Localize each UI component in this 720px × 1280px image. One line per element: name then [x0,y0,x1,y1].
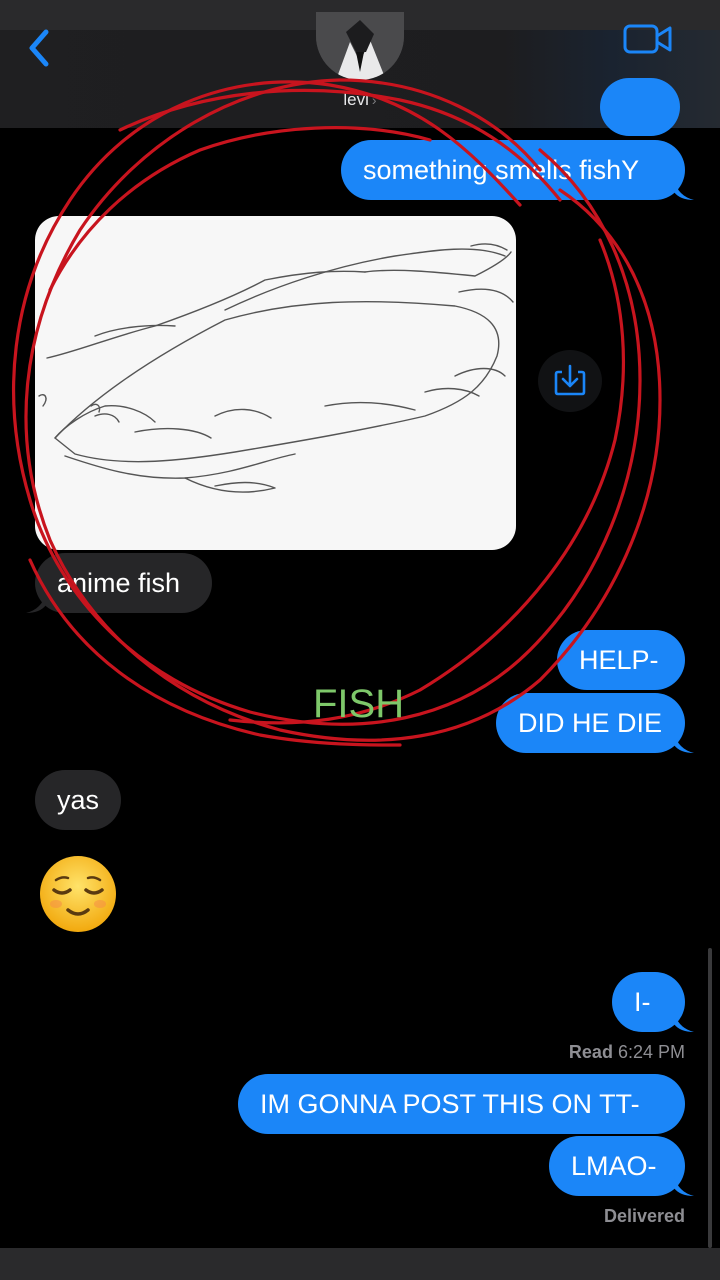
image-attachment[interactable] [35,216,516,550]
read-receipt: Read 6:24 PM [569,1042,685,1063]
save-image-button[interactable] [538,350,602,412]
scrollbar[interactable] [708,948,712,1248]
message-text: anime fish [57,568,181,598]
message-bubble-sent[interactable]: HELP- [557,630,685,690]
message-text: something smells fishY [363,155,640,185]
message-bubble-sent[interactable]: I- [612,972,694,1032]
message-bubble-sent[interactable]: something smells fishY [341,140,694,200]
message-text: DID HE DIE [518,708,663,738]
chevron-right-icon: › [371,92,377,108]
download-icon [554,364,586,396]
bubble-tail [26,593,46,613]
read-time: 6:24 PM [617,1042,685,1062]
bubble-tail [674,1012,694,1032]
bubble-tail [674,1176,694,1196]
bubble-tail [674,733,694,753]
message-bubble-sent[interactable]: LMAO- [549,1136,694,1196]
chevron-left-icon[interactable] [24,28,54,68]
delivered-label: Delivered [603,1206,685,1226]
message-bubble-received[interactable]: anime fish [26,553,212,613]
message-text: LMAO- [571,1151,657,1181]
fish-sketch-image [38,243,514,493]
contact-avatar[interactable] [316,12,404,80]
contact-name-label: levi [343,90,369,109]
fish-annotation-label: FISH [313,682,405,726]
message-bubble-received[interactable]: yas [35,770,121,830]
message-bubble-sent[interactable]: DID HE DIE [496,693,694,753]
video-camera-icon[interactable] [622,24,674,56]
bottom-bar [0,1248,720,1280]
relieved-face-emoji[interactable] [38,854,118,934]
message-bubble-partial[interactable] [600,78,680,136]
read-label: Read [568,1042,613,1062]
message-text: IM GONNA POST THIS ON TT- [260,1089,640,1119]
message-text: HELP- [579,645,659,675]
message-text: yas [57,785,100,815]
message-bubble-sent[interactable]: IM GONNA POST THIS ON TT- [238,1074,685,1134]
message-text: I- [634,987,651,1017]
delivered-status: Delivered [604,1206,685,1227]
bubble-tail [674,180,694,200]
